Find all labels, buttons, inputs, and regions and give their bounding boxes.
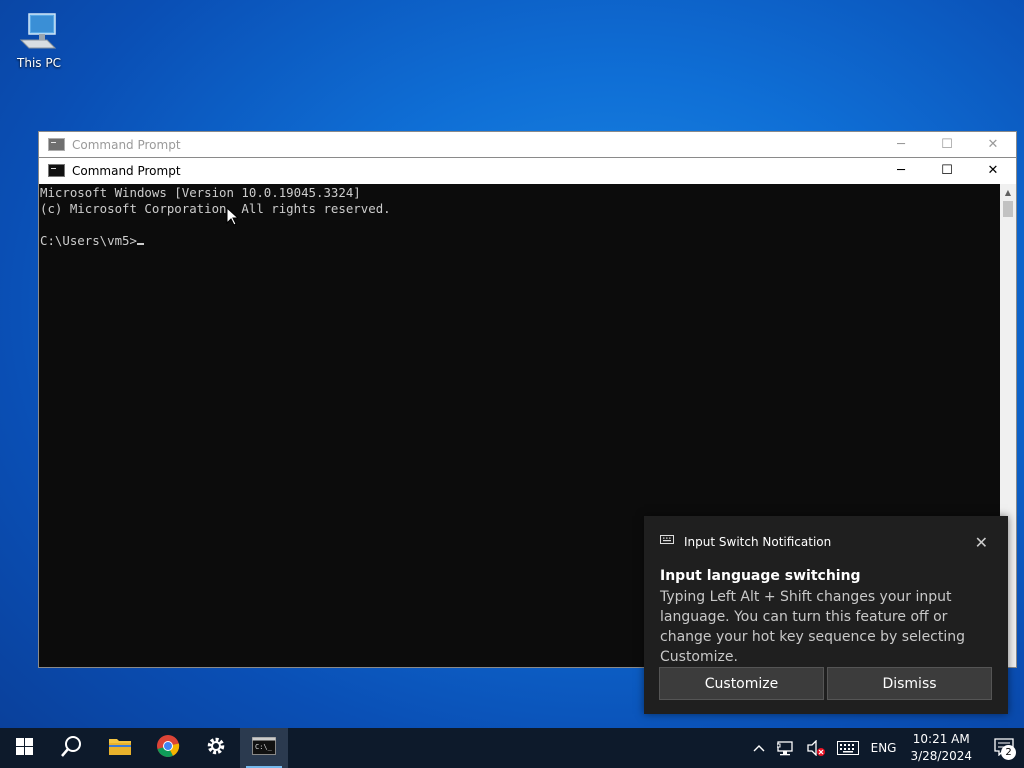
cmd-icon — [48, 164, 65, 177]
search-icon — [61, 735, 83, 761]
start-button[interactable] — [0, 728, 48, 768]
customize-button[interactable]: Customize — [659, 667, 824, 700]
minimize-button[interactable]: ─ — [878, 158, 924, 183]
system-tray: ENG 10:21 AM 3/28/2024 2 — [747, 728, 1024, 768]
clock[interactable]: 10:21 AM 3/28/2024 — [910, 731, 972, 765]
window-title: Command Prompt — [72, 163, 181, 178]
clock-time: 10:21 AM — [912, 732, 970, 746]
minimize-button[interactable]: ─ — [878, 132, 924, 157]
show-hidden-icons-chevron-up-icon[interactable] — [753, 744, 765, 752]
this-pc-icon — [17, 10, 61, 54]
network-icon[interactable] — [776, 740, 795, 756]
windows-logo-icon — [15, 737, 33, 759]
desktop-icon-this-pc[interactable]: This PC — [10, 8, 68, 70]
input-language-indicator[interactable]: ENG — [871, 741, 897, 755]
close-button[interactable]: ✕ — [970, 132, 1016, 157]
console-line: (c) Microsoft Corporation. All rights re… — [40, 201, 391, 216]
notification-header: Input Switch Notification — [684, 535, 832, 549]
clock-date: 3/28/2024 — [910, 749, 972, 763]
folder-icon — [108, 736, 132, 760]
command-prompt-text: C:\Users\vm5> — [40, 233, 137, 248]
notification-count-badge: 2 — [1001, 745, 1016, 760]
search-button[interactable] — [48, 728, 96, 768]
gear-icon — [205, 735, 227, 761]
keyboard-icon — [660, 535, 684, 549]
console-line: Microsoft Windows [Version 10.0.19045.33… — [40, 185, 361, 200]
mouse-pointer-icon — [226, 206, 240, 230]
dismiss-button[interactable]: Dismiss — [827, 667, 992, 700]
maximize-button[interactable]: ☐ — [924, 158, 970, 183]
window-title: Command Prompt — [72, 137, 181, 152]
scrollbar-thumb[interactable] — [1003, 201, 1013, 217]
text-cursor — [136, 243, 144, 245]
scroll-up-arrow-icon[interactable]: ▲ — [1000, 184, 1016, 200]
this-pc-label: This PC — [17, 56, 61, 70]
maximize-button[interactable]: ☐ — [924, 132, 970, 157]
taskbar: C:\_ ENG 10:21 AM 3/28/2024 2 — [0, 728, 1024, 768]
volume-muted-icon[interactable] — [806, 740, 825, 756]
chrome-icon — [156, 734, 180, 762]
cmd-icon: C:\_ — [252, 737, 276, 759]
command-prompt-taskbar-button[interactable]: C:\_ — [240, 728, 288, 768]
title-bar[interactable]: Command Prompt ─ ☐ ✕ — [39, 132, 1016, 157]
touch-keyboard-icon[interactable] — [836, 741, 859, 755]
notification-body: Typing Left Alt + Shift changes your inp… — [660, 589, 966, 665]
close-icon[interactable]: ✕ — [975, 533, 988, 552]
action-center-button[interactable]: 2 — [984, 728, 1024, 768]
chrome-button[interactable] — [144, 728, 192, 768]
close-button[interactable]: ✕ — [970, 158, 1016, 183]
svg-text:C:\_: C:\_ — [255, 743, 273, 751]
file-explorer-button[interactable] — [96, 728, 144, 768]
cmd-icon — [48, 138, 65, 151]
title-bar[interactable]: Command Prompt ─ ☐ ✕ — [39, 158, 1016, 183]
notification-title: Input language switching — [660, 568, 861, 584]
input-switch-notification[interactable]: Input Switch Notification ✕ Input langua… — [644, 516, 1008, 714]
settings-button[interactable] — [192, 728, 240, 768]
